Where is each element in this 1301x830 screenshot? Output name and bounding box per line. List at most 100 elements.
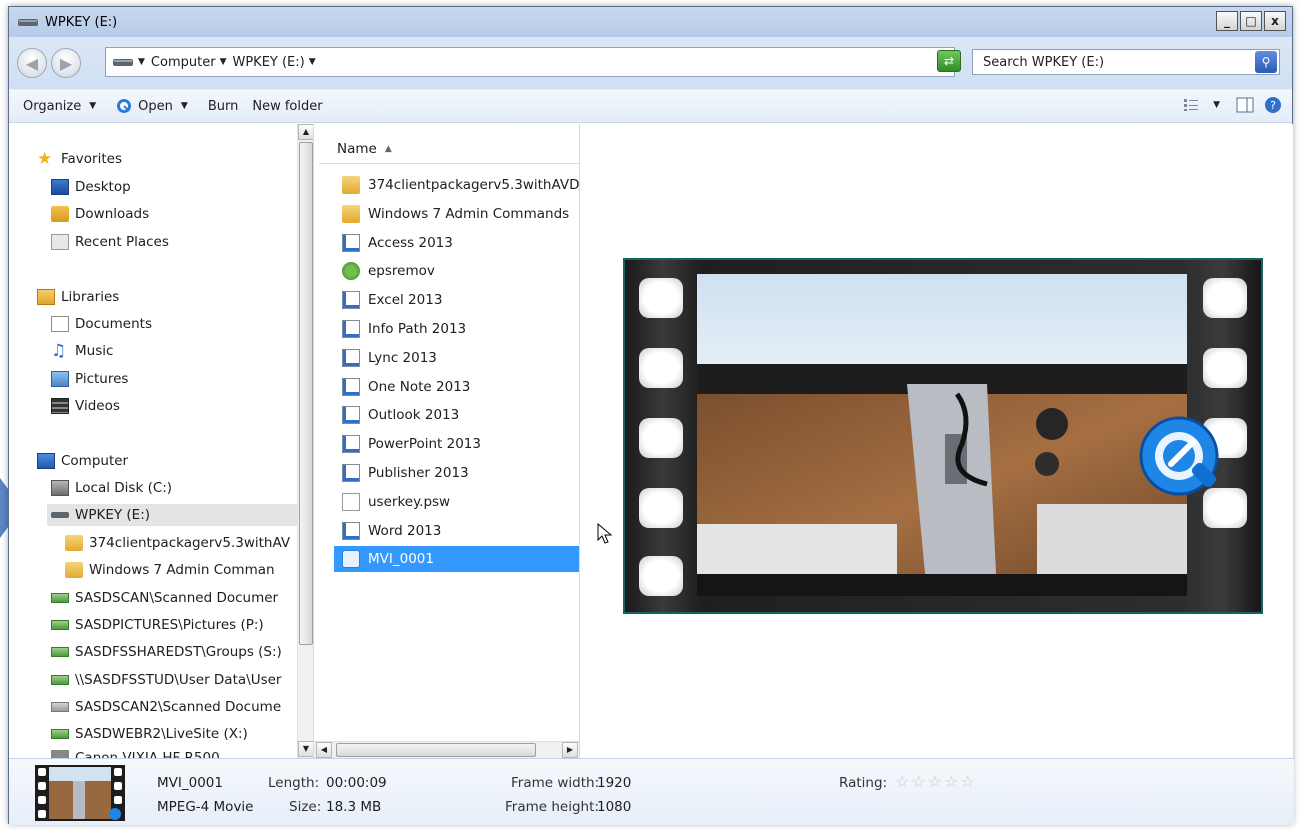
h-scroll-thumb[interactable] — [336, 743, 536, 757]
breadcrumb-wpkey[interactable]: WPKEY (E:) — [232, 55, 304, 70]
nav-scrollbar[interactable]: ▲ ▼ — [297, 124, 313, 758]
app-icon — [342, 262, 360, 281]
network-drive-icon — [51, 593, 69, 603]
detail-frame-height-label: Frame height: — [505, 799, 599, 815]
nav-desktop[interactable]: Desktop — [51, 176, 131, 198]
nav-favorites[interactable]: ★ Favorites — [37, 148, 122, 170]
file-list-item[interactable]: Publisher 2013 — [334, 460, 579, 486]
nav-network-drive[interactable]: \\SASDFSSTUD\User Data\User — [51, 669, 281, 691]
file-thumbnail-icon — [35, 765, 125, 821]
rating-stars[interactable]: ☆ ☆ ☆ ☆ ☆ — [895, 772, 975, 791]
file-list-item[interactable]: Outlook 2013 — [334, 402, 579, 428]
navigation-pane[interactable]: ★ Favorites Desktop Downloads Recent Pla… — [9, 124, 314, 758]
nav-videos[interactable]: Videos — [51, 395, 120, 417]
preview-pane-icon[interactable] — [1236, 97, 1254, 113]
nav-computer[interactable]: Computer — [37, 450, 128, 472]
search-icon[interactable]: ⚲ — [1255, 51, 1277, 73]
file-list-item[interactable]: MVI_0001 — [334, 546, 579, 573]
forward-button[interactable]: ▶ — [51, 48, 81, 78]
nav-network-drive[interactable]: SASDPICTURES\Pictures (P:) — [51, 614, 264, 636]
maximize-button[interactable]: □ — [1240, 11, 1262, 31]
nav-camera-label: Canon VIXIA HF R500 — [75, 750, 220, 758]
column-header-name[interactable]: Name ▲ — [319, 134, 579, 164]
nav-network-drive[interactable]: SASDSCAN2\Scanned Docume — [51, 696, 281, 718]
nav-downloads-label: Downloads — [75, 206, 150, 222]
file-list-item[interactable]: Info Path 2013 — [334, 316, 579, 342]
view-options-icon[interactable] — [1183, 98, 1199, 112]
local-disk-icon — [51, 480, 69, 496]
view-controls: ▼ ? — [1183, 96, 1282, 114]
nav-net2-label: SASDPICTURES\Pictures (P:) — [75, 617, 264, 633]
file-list-item[interactable]: epsremov — [334, 258, 579, 284]
rating-star-icon[interactable]: ☆ — [895, 772, 909, 791]
organize-button[interactable]: Organize ▼ — [23, 99, 102, 114]
title-bar[interactable]: WPKEY (E:) _ □ x — [9, 7, 1292, 37]
preview-pane — [581, 124, 1293, 758]
nav-network-drive[interactable]: SASDFSSHAREDST\Groups (S:) — [51, 641, 282, 663]
film-hole — [639, 556, 683, 596]
open-button[interactable]: Open ▼ — [116, 98, 194, 114]
detail-file-type: MPEG-4 Movie — [157, 799, 254, 815]
file-list-item[interactable]: Lync 2013 — [334, 345, 579, 371]
chevron-down-icon: ▼ — [89, 101, 97, 111]
rating-star-icon[interactable]: ☆ — [928, 772, 942, 791]
nav-recent-label: Recent Places — [75, 234, 169, 250]
nav-libraries[interactable]: Libraries — [37, 286, 119, 308]
command-bar: Organize ▼ Open ▼ Burn New folder ▼ ? — [9, 89, 1292, 123]
nav-network-drive[interactable]: SASDWEBR2\LiveSite (X:) — [51, 723, 248, 745]
file-list-item[interactable]: Windows 7 Admin Commands — [334, 201, 579, 227]
nav-documents-label: Documents — [75, 316, 152, 332]
rating-star-icon[interactable]: ☆ — [944, 772, 958, 791]
scroll-right-button[interactable]: ▶ — [562, 742, 578, 758]
scroll-left-button[interactable]: ◀ — [316, 742, 332, 758]
file-list-pane[interactable]: Name ▲ 374clientpackagerv5.3withAVD/Wind… — [314, 124, 580, 758]
drive-icon — [18, 19, 38, 26]
help-icon[interactable]: ? — [1264, 96, 1282, 114]
new-folder-button[interactable]: New folder — [252, 99, 322, 114]
file-list-item[interactable]: 374clientpackagerv5.3withAVD/ — [334, 172, 579, 198]
network-drive-icon — [51, 647, 69, 657]
file-hscrollbar[interactable]: ◀ ▶ — [314, 741, 579, 758]
file-list-item[interactable]: Access 2013 — [334, 230, 579, 256]
shortcut-icon — [342, 291, 360, 310]
scroll-down-button[interactable]: ▼ — [298, 741, 313, 757]
search-input[interactable]: Search WPKEY (E:) ⚲ — [972, 49, 1280, 75]
breadcrumb-chevron-icon[interactable]: ▼ — [220, 57, 227, 67]
file-list-item[interactable]: PowerPoint 2013 — [334, 431, 579, 457]
burn-button[interactable]: Burn — [208, 99, 239, 114]
breadcrumb-chevron-icon[interactable]: ▼ — [309, 57, 316, 67]
nav-local-disk[interactable]: Local Disk (C:) — [51, 477, 172, 499]
nav-camera[interactable]: Canon VIXIA HF R500 — [51, 750, 220, 758]
shortcut-icon — [342, 320, 360, 338]
nav-subfolder-374client[interactable]: 374clientpackagerv5.3withAV — [65, 532, 290, 554]
file-list-item[interactable]: userkey.psw — [334, 489, 579, 515]
nav-wpkey[interactable]: WPKEY (E:) — [47, 504, 299, 526]
network-drive-icon — [51, 702, 69, 712]
nav-pictures[interactable]: Pictures — [51, 368, 128, 390]
detail-file-name: MVI_0001 — [157, 775, 223, 791]
nav-downloads[interactable]: Downloads — [51, 203, 149, 225]
view-dropdown-icon[interactable]: ▼ — [1213, 100, 1220, 110]
rating-star-icon[interactable]: ☆ — [960, 772, 974, 791]
scroll-up-button[interactable]: ▲ — [298, 124, 313, 140]
window-controls: _ □ x — [1216, 11, 1286, 31]
nav-network-drive[interactable]: SASDSCAN\Scanned Documer — [51, 587, 278, 609]
close-button[interactable]: x — [1264, 11, 1286, 31]
nav-documents[interactable]: Documents — [51, 313, 152, 335]
nav-music[interactable]: ♫ Music — [51, 340, 113, 362]
breadcrumb-computer[interactable]: Computer — [151, 55, 216, 70]
file-list-item[interactable]: Word 2013 — [334, 518, 579, 544]
film-hole — [639, 418, 683, 458]
back-button[interactable]: ◀ — [17, 48, 47, 78]
scroll-thumb[interactable] — [299, 142, 313, 645]
minimize-button[interactable]: _ — [1216, 11, 1238, 31]
movie-icon — [342, 550, 360, 569]
nav-subfolder-admin-commands[interactable]: Windows 7 Admin Comman — [65, 559, 275, 581]
refresh-button[interactable]: ⇄ — [937, 50, 961, 72]
address-bar[interactable]: ▼ Computer ▼ WPKEY (E:) ▼ ▼ — [105, 47, 955, 77]
breadcrumb-chevron-icon[interactable]: ▼ — [138, 57, 145, 67]
file-list-item[interactable]: One Note 2013 — [334, 374, 579, 400]
rating-star-icon[interactable]: ☆ — [911, 772, 925, 791]
file-list-item[interactable]: Excel 2013 — [334, 287, 579, 313]
nav-recent-places[interactable]: Recent Places — [51, 231, 169, 253]
